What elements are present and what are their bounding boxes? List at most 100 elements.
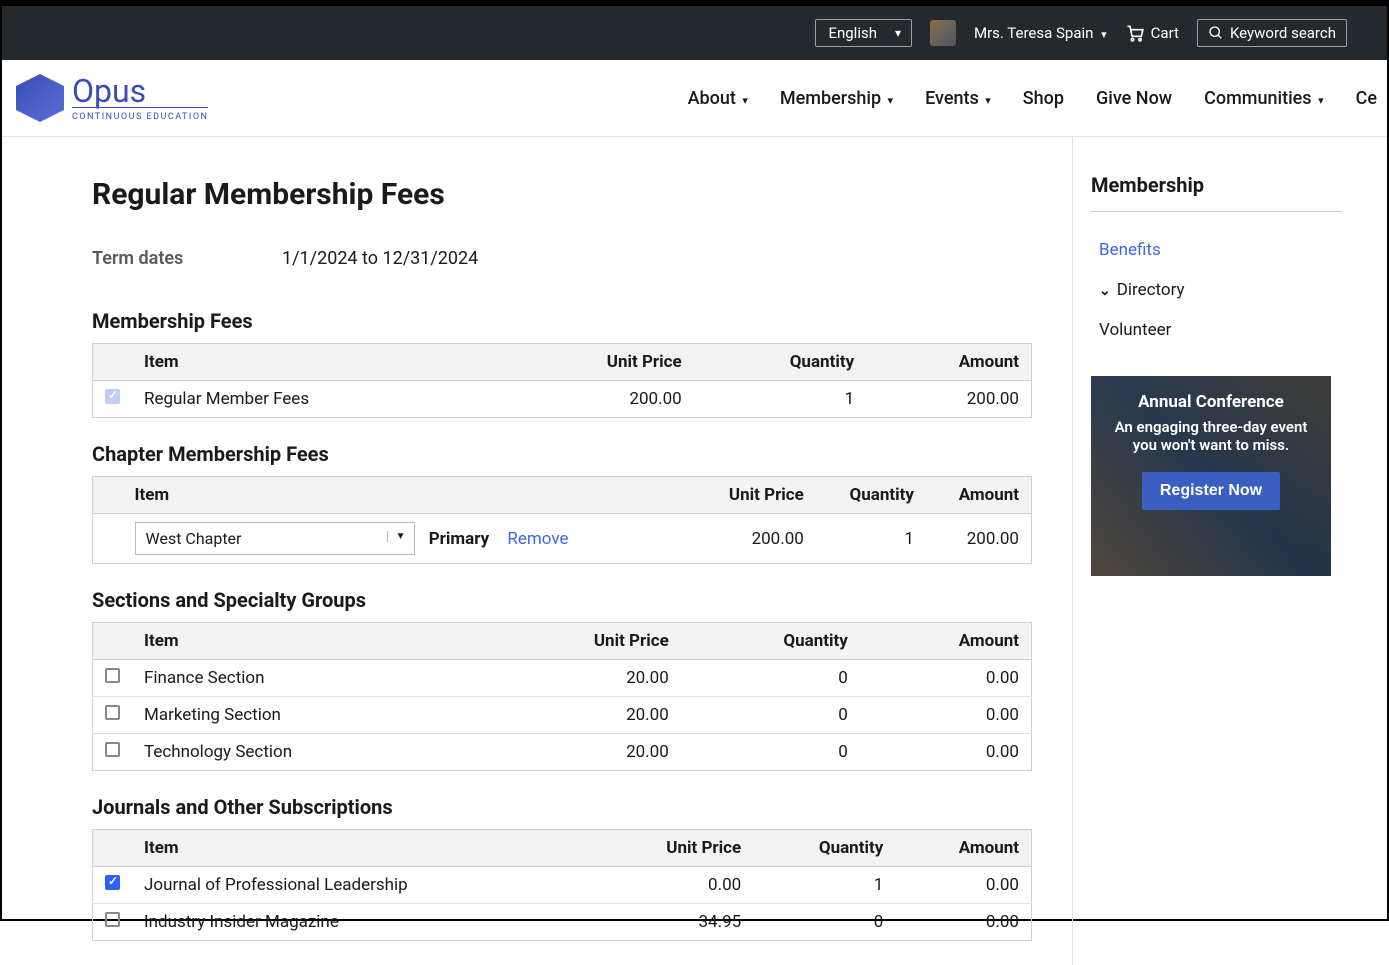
unit-price: 200.00 [501,381,694,418]
user-menu[interactable]: Mrs. Teresa Spain ▾ [974,24,1107,42]
unit-price: 0.00 [594,867,753,904]
chevron-down-icon: ▾ [742,94,748,107]
col-item: Item [132,344,501,381]
section-title-fees: Membership Fees [92,309,1072,333]
col-qty: Quantity [753,830,895,867]
chevron-down-icon: ▾ [888,94,894,107]
promo-title: Annual Conference [1101,392,1321,412]
fees-table: Item Unit Price Quantity Amount Regular … [92,343,1032,418]
header: Opus CONTINUOUS EDUCATION About ▾ Member… [2,60,1387,137]
checkbox[interactable] [105,742,120,757]
col-amount: Amount [895,830,1031,867]
logo-mark-icon [16,74,64,122]
cart-label: Cart [1151,24,1179,42]
table-row: Marketing Section 20.00 0 0.00 [93,697,1032,734]
groups-table: Item Unit Price Quantity Amount Finance … [92,622,1032,771]
col-unit: Unit Price [594,830,753,867]
logo-name: Opus [72,75,208,108]
col-item: Item [132,830,594,867]
col-item: Item [123,477,693,514]
item-name: Technology Section [132,734,480,771]
section-title-journals: Journals and Other Subscriptions [92,795,1072,819]
chevron-down-icon: ▾ [1318,94,1324,107]
table-row: Finance Section 20.00 0 0.00 [93,660,1032,697]
main-nav: About ▾ Membership ▾ Events ▾ Shop Give … [688,88,1377,109]
quantity: 0 [681,734,860,771]
search-icon [1208,25,1224,41]
topbar: English ▾ Mrs. Teresa Spain ▾ Cart Keywo… [2,2,1387,60]
promo-text: An engaging three-day event you won't wa… [1101,418,1321,454]
checkbox[interactable] [105,875,120,890]
term-value: 1/1/2024 to 12/31/2024 [282,248,478,269]
user-label: Mrs. Teresa Spain [974,24,1093,42]
checkbox[interactable] [105,705,120,720]
nav-communities[interactable]: Communities ▾ [1204,88,1323,109]
chapter-select[interactable]: West Chapter ▼ [135,522,415,555]
cart-icon [1125,23,1145,43]
nav-membership[interactable]: Membership ▾ [780,88,893,109]
nav-events[interactable]: Events ▾ [925,88,991,109]
journals-table: Item Unit Price Quantity Amount Journal … [92,829,1032,941]
cart-link[interactable]: Cart [1125,23,1179,43]
unit-price: 20.00 [480,660,680,697]
chevron-down-icon: ▾ [985,94,991,107]
sidebar: Membership Benefits Directory Volunteer … [1072,137,1372,965]
table-row: Technology Section 20.00 0 0.00 [93,734,1032,771]
quantity: 1 [816,514,926,564]
search-input[interactable]: Keyword search [1197,19,1347,47]
logo-subtitle: CONTINUOUS EDUCATION [72,112,208,122]
item-name: Marketing Section [132,697,480,734]
language-value: English [828,24,877,42]
chevron-down-icon: ▾ [1101,28,1107,41]
quantity: 0 [753,904,895,941]
item-name: Finance Section [132,660,480,697]
main-content: Regular Membership Fees Term dates 1/1/2… [2,137,1072,965]
amount: 0.00 [860,734,1032,771]
quantity: 1 [694,381,866,418]
table-row: Journal of Professional Leadership 0.00 … [93,867,1032,904]
section-title-chapter: Chapter Membership Fees [92,442,1072,466]
col-qty: Quantity [694,344,866,381]
amount: 0.00 [895,867,1031,904]
sidebar-item-volunteer[interactable]: Volunteer [1091,310,1342,350]
unit-price: 20.00 [480,734,680,771]
amount: 200.00 [926,514,1032,564]
logo[interactable]: Opus CONTINUOUS EDUCATION [16,74,208,122]
avatar[interactable] [930,20,956,46]
promo-banner: Annual Conference An engaging three-day … [1091,376,1331,576]
amount: 0.00 [860,660,1032,697]
nav-ce[interactable]: Ce [1356,88,1377,109]
section-title-groups: Sections and Specialty Groups [92,588,1072,612]
page-title: Regular Membership Fees [92,177,1072,212]
search-placeholder: Keyword search [1230,24,1336,42]
primary-label: Primary [429,529,489,549]
col-qty: Quantity [816,477,926,514]
col-amount: Amount [926,477,1032,514]
col-qty: Quantity [681,623,860,660]
nav-give[interactable]: Give Now [1096,88,1172,109]
term-dates: Term dates 1/1/2024 to 12/31/2024 [92,248,1072,269]
term-label: Term dates [92,248,282,269]
language-select[interactable]: English ▾ [815,19,912,47]
sidebar-item-directory[interactable]: Directory [1091,270,1342,310]
item-name: Regular Member Fees [132,381,501,418]
quantity: 0 [681,697,860,734]
table-row: West Chapter ▼ Primary Remove 200.00 1 2… [93,514,1032,564]
nav-about[interactable]: About ▾ [688,88,748,109]
col-unit: Unit Price [693,477,816,514]
col-amount: Amount [866,344,1031,381]
checkbox[interactable] [105,912,120,927]
quantity: 0 [681,660,860,697]
table-row: Regular Member Fees 200.00 1 200.00 [93,381,1032,418]
col-amount: Amount [860,623,1032,660]
item-name: Journal of Professional Leadership [132,867,594,904]
checkbox[interactable] [105,668,120,683]
sidebar-item-benefits[interactable]: Benefits [1091,230,1342,270]
register-button[interactable]: Register Now [1142,472,1280,510]
remove-link[interactable]: Remove [507,529,568,549]
checkbox[interactable] [105,389,120,404]
chevron-down-icon: ▾ [895,26,901,40]
nav-shop[interactable]: Shop [1023,88,1064,109]
amount: 0.00 [860,697,1032,734]
chapter-table: Item Unit Price Quantity Amount West Cha… [92,476,1032,564]
